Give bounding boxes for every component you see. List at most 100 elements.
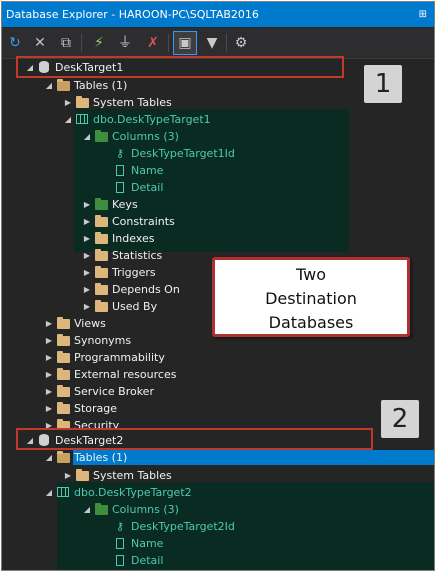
folder-icon — [94, 300, 108, 312]
folder-icon — [94, 503, 108, 515]
filter-icon[interactable]: ▼ — [201, 32, 223, 54]
tree-item-table[interactable]: ◢ dbo.DeskTypeTarget2 — [43, 484, 192, 501]
tree-label: Used By — [112, 300, 158, 313]
tree-item-triggers[interactable]: ▶ Triggers — [81, 264, 156, 281]
collapse-arrow-icon[interactable]: ◢ — [43, 77, 55, 94]
tree-item-external-resources[interactable]: ▶ External resources — [43, 366, 176, 383]
disconnect-icon[interactable]: ✕ — [29, 32, 51, 54]
connect-icon[interactable]: ⏚ — [114, 32, 136, 54]
folder-icon — [75, 96, 89, 108]
tree-label: Keys — [112, 198, 138, 211]
folder-icon — [56, 385, 70, 397]
toolbar-separator — [81, 34, 82, 52]
folder-icon — [75, 469, 89, 481]
new-connection-icon[interactable]: ⚡ — [88, 32, 110, 54]
tree-label: DeskTypeTarget2Id — [131, 520, 235, 533]
select-icon[interactable]: ▣ — [173, 31, 197, 55]
collapse-arrow-icon[interactable]: ◢ — [81, 501, 93, 518]
folder-icon — [94, 283, 108, 295]
tree-item-depends-on[interactable]: ▶ Depends On — [81, 281, 180, 298]
expand-arrow-icon[interactable]: ▶ — [81, 298, 93, 315]
folder-icon — [94, 266, 108, 278]
tree-item-column[interactable]: Detail — [112, 552, 163, 569]
table-icon — [57, 487, 69, 497]
expand-arrow-icon[interactable]: ▶ — [81, 213, 93, 230]
table-icon — [76, 114, 88, 124]
remove-connection-icon[interactable]: ✗ — [142, 32, 164, 54]
folder-icon — [56, 79, 70, 91]
tree-item-constraints[interactable]: ▶ Constraints — [81, 213, 175, 230]
callout-line: Databases — [268, 313, 354, 332]
tree-item-column[interactable]: ⚷ DeskTypeTarget2Id — [112, 518, 235, 535]
settings-icon[interactable]: ⚙ — [230, 32, 252, 54]
callout-line: Destination — [265, 289, 357, 308]
collapse-arrow-icon[interactable]: ◢ — [81, 128, 93, 145]
collapse-arrow-icon[interactable]: ◢ — [62, 111, 74, 128]
folder-icon — [56, 317, 70, 329]
tree-item-keys[interactable]: ▶ Keys — [81, 196, 138, 213]
expand-arrow-icon[interactable]: ▶ — [62, 467, 74, 484]
tree-item-table[interactable]: ◢ dbo.DeskTypeTarget1 — [62, 111, 211, 128]
tree-label: Depends On — [112, 283, 180, 296]
expand-arrow-icon[interactable]: ▶ — [43, 332, 55, 349]
highlight-box-db1 — [16, 56, 344, 78]
collapse-arrow-icon[interactable]: ◢ — [43, 484, 55, 501]
folder-icon — [56, 402, 70, 414]
expand-arrow-icon[interactable]: ▶ — [81, 230, 93, 247]
tree-item-column[interactable]: Name — [112, 535, 163, 552]
expand-arrow-icon[interactable]: ▶ — [43, 400, 55, 417]
column-icon — [116, 165, 124, 176]
tree-label: Constraints — [112, 215, 175, 228]
tree-label: Views — [74, 317, 106, 330]
expand-arrow-icon[interactable]: ▶ — [43, 383, 55, 400]
tree-item-views[interactable]: ▶ Views — [43, 315, 106, 332]
expand-arrow-icon[interactable]: ▶ — [43, 349, 55, 366]
column-icon — [116, 555, 124, 566]
tree-label: Tables (1) — [74, 451, 128, 464]
tree-label: dbo.DeskTypeTarget1 — [93, 113, 211, 126]
pin-icon[interactable]: ⊞ — [419, 2, 427, 27]
folder-icon — [56, 451, 70, 463]
tree-item-statistics[interactable]: ▶ Statistics — [81, 247, 162, 264]
key-icon: ⚷ — [115, 520, 125, 533]
tree-item-tables[interactable]: ◢ Tables (1) — [43, 77, 127, 94]
tree-label: Columns (3) — [112, 503, 179, 516]
tree-item-column[interactable]: Name — [112, 162, 163, 179]
window-title: Database Explorer - HAROON-PC\SQLTAB2016 — [6, 8, 259, 21]
tree-item-tables[interactable]: ◢ Tables (1) — [43, 449, 127, 466]
tree-label: Service Broker — [74, 385, 154, 398]
expand-arrow-icon[interactable]: ▶ — [43, 366, 55, 383]
expand-arrow-icon[interactable]: ▶ — [81, 281, 93, 298]
refresh-icon[interactable]: ↻ — [4, 32, 26, 54]
expand-arrow-icon[interactable]: ▶ — [81, 247, 93, 264]
tree-item-column[interactable]: ⚷ DeskTypeTarget1Id — [112, 145, 235, 162]
tree-item-system-tables[interactable]: ▶ System Tables — [62, 94, 172, 111]
tree-label: Synonyms — [74, 334, 132, 347]
folder-icon — [56, 334, 70, 346]
tree-item-column[interactable]: Detail — [112, 179, 163, 196]
expand-arrow-icon[interactable]: ▶ — [81, 196, 93, 213]
tree-item-programmability[interactable]: ▶ Programmability — [43, 349, 165, 366]
folder-icon — [94, 130, 108, 142]
tree-label: System Tables — [93, 469, 172, 482]
tree-item-system-tables[interactable]: ▶ System Tables — [62, 467, 172, 484]
collapse-icon[interactable]: ⧉ — [55, 32, 77, 54]
tree-item-columns[interactable]: ◢ Columns (3) — [81, 128, 179, 145]
tree-label: Detail — [131, 181, 164, 194]
tree-label: Programmability — [74, 351, 165, 364]
tree-item-used-by[interactable]: ▶ Used By — [81, 298, 157, 315]
number-badge: 2 — [381, 400, 419, 438]
expand-arrow-icon[interactable]: ▶ — [81, 264, 93, 281]
expand-arrow-icon[interactable]: ▶ — [62, 94, 74, 111]
tree-item-storage[interactable]: ▶ Storage — [43, 400, 117, 417]
tree-item-columns[interactable]: ◢ Columns (3) — [81, 501, 179, 518]
tree-item-synonyms[interactable]: ▶ Synonyms — [43, 332, 131, 349]
tree-item-service-broker[interactable]: ▶ Service Broker — [43, 383, 154, 400]
expand-arrow-icon[interactable]: ▶ — [43, 315, 55, 332]
tree-label: Storage — [74, 402, 118, 415]
toolbar-separator — [168, 34, 169, 52]
tree-item-indexes[interactable]: ▶ Indexes — [81, 230, 154, 247]
folder-icon — [94, 198, 108, 210]
folder-icon — [56, 368, 70, 380]
collapse-arrow-icon[interactable]: ◢ — [43, 449, 55, 466]
